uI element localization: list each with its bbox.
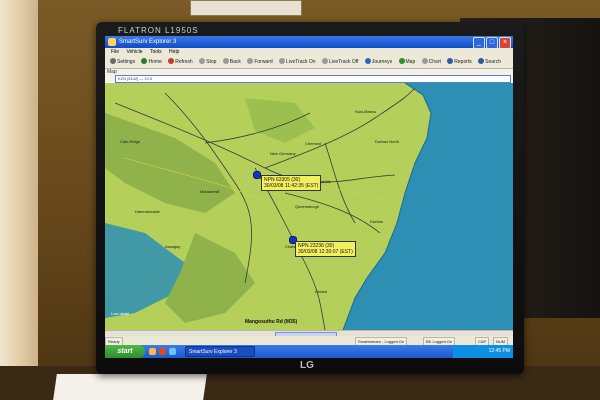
stop-icon [199,58,206,64]
vehicle-callout[interactable]: NPN 63305 (30) 30/03/08 11:42:35 (EST) [261,175,322,191]
vehicle-time: 30/03/08 12:30:07 (EST) [298,249,353,255]
monitor-logo: LG [300,360,314,371]
settings-icon [110,58,116,64]
taskbar: start SmartSurv Explorer 3 12:45 PM [105,345,513,358]
menu-vehicle[interactable]: Vehicle [126,49,142,55]
place-label: New Germany [270,151,296,156]
start-button[interactable]: start [105,345,145,358]
window-titlebar: SmartSurv Explorer 3 _ □ × [105,36,513,49]
forward-button[interactable]: Forward [247,57,273,68]
search-icon [478,58,485,64]
curtain [0,0,38,400]
livetrack-off-icon [321,58,328,64]
forward-icon [247,58,254,64]
system-tray-clock: 12:45 PM [453,345,513,358]
paper-sheet [53,374,207,400]
livetrack-on-icon [279,58,286,64]
menu-bar: File Vehicle Tools Help [105,48,513,57]
home-icon [141,58,148,64]
home-button[interactable]: Home [141,57,162,68]
map-icon [398,58,405,64]
place-label: Queensburgh [295,204,319,209]
menu-help[interactable]: Help [169,49,179,55]
toolbar: Settings Home Refresh Stop Back Forward … [105,57,513,69]
quick-launch [149,348,176,355]
refresh-button[interactable]: Refresh [168,57,193,68]
place-label: Hammarsdale [135,209,161,214]
map-graphic: Kwa-Mashu Durban North Clermont New Germ… [105,83,513,330]
search-button[interactable]: Search [478,57,501,68]
place-label: Mariannhill [200,189,219,194]
chart-icon [421,58,428,64]
place-label: Cato Ridge [120,139,141,144]
settings-button[interactable]: Settings [110,57,135,68]
map-address-bar: Map KZN [5142] — 12.0 [105,69,513,83]
livetrack-on-button[interactable]: LiveTrack On [279,57,316,68]
status-bar: Ready Smartstream - Logged On BK Logged … [105,336,513,346]
place-label: Umlazi [315,289,327,294]
reports-button[interactable]: Reports [447,57,472,68]
place-label: Assagay [165,244,180,249]
vehicle-callout[interactable]: NPN 23236 (30) 30/03/08 12:30:07 (EST) [295,241,356,257]
task-smartsurv[interactable]: SmartSurv Explorer 3 [185,346,255,357]
menu-tools[interactable]: Tools [150,49,162,55]
vehicle-marker[interactable] [253,171,261,179]
map-view[interactable]: Kwa-Mashu Durban North Clermont New Germ… [105,83,513,330]
place-label: Durban [370,219,383,224]
livetrack-off-button[interactable]: LiveTrack Off [321,57,358,68]
place-label: Durban North [375,139,399,144]
map-location-field[interactable]: KZN [5142] — 12.0 [115,75,511,83]
monitor-brand: FLATRON L1950S [118,26,199,35]
stop-button[interactable]: Stop [199,57,216,68]
media-icon[interactable] [159,348,166,355]
journeys-button[interactable]: Journeys [364,57,392,68]
browser-icon[interactable] [149,348,156,355]
screen: SmartSurv Explorer 3 _ □ × File Vehicle … [105,36,513,358]
desktop-icon[interactable] [169,348,176,355]
road-label: Mangosuthu Rd (M35) [245,319,298,325]
vehicle-time: 30/03/08 11:42:35 (EST) [264,183,319,189]
refresh-icon [168,58,175,64]
app-icon [108,38,116,46]
menu-file[interactable]: File [111,49,119,55]
chart-button[interactable]: Chart [421,57,441,68]
picture-frame [190,0,302,16]
window-title: SmartSurv Explorer 3 [119,39,177,45]
map-button[interactable]: Map [398,57,415,68]
back-icon [222,58,229,64]
place-label: Kwa-Mashu [355,109,376,114]
back-button[interactable]: Back [222,57,241,68]
journeys-icon [364,58,371,64]
place-label: Clermont [305,141,322,146]
scale-indicator: Low detail [111,311,130,316]
reports-icon [447,58,454,64]
